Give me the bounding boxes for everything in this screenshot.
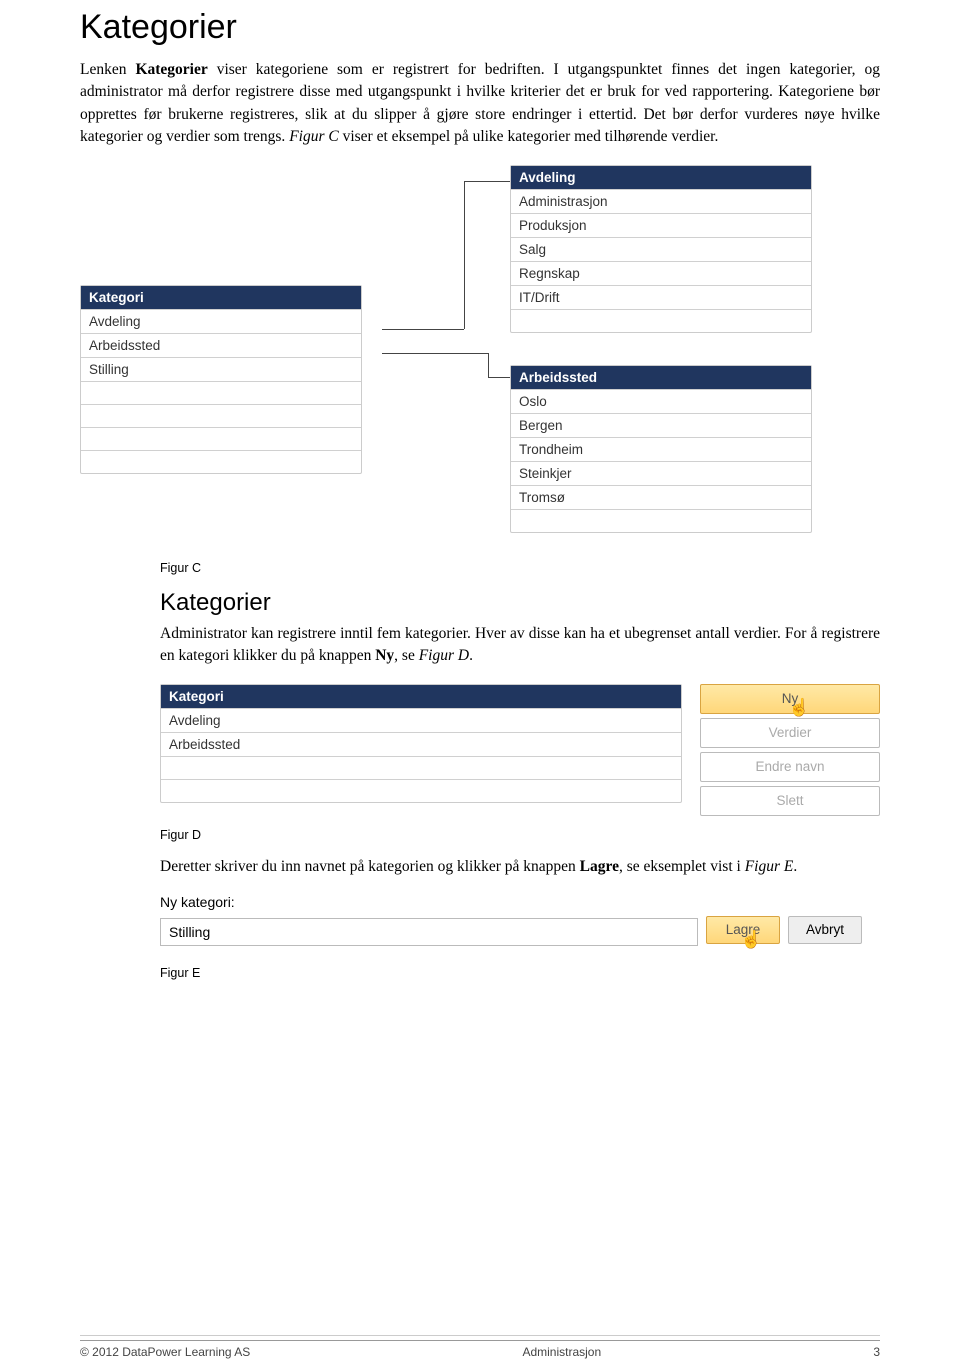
figure-c-caption: Figur C xyxy=(160,561,880,575)
section2-paragraph: Administrator kan registrere inntil fem … xyxy=(160,623,880,668)
table-empty-row xyxy=(81,427,361,450)
kategori-header: Kategori xyxy=(81,286,361,309)
section-e-paragraph: Deretter skriver du inn navnet på katego… xyxy=(160,856,880,878)
kategorier-heading: Kategorier xyxy=(160,589,880,617)
footer-page-number: 3 xyxy=(873,1345,880,1359)
ny-bold: Ny xyxy=(375,647,394,664)
arbeidssted-header: Arbeidssted xyxy=(511,366,811,389)
table-row: Administrasjon xyxy=(511,189,811,213)
avbryt-button[interactable]: Avbryt xyxy=(788,916,862,944)
connector-line xyxy=(382,329,464,330)
figure-d: Kategori Avdeling Arbeidssted Ny ☝ Verdi… xyxy=(160,684,880,822)
section2-text-2: , se xyxy=(394,647,419,664)
ny-button[interactable]: Ny xyxy=(700,684,880,714)
footer-copyright: © 2012 DataPower Learning AS xyxy=(80,1345,250,1359)
table-empty-row xyxy=(81,381,361,404)
connector-line xyxy=(488,377,510,378)
intro-paragraph: Lenken Kategorier viser kategoriene som … xyxy=(80,59,880,149)
intro-text-1: Lenken xyxy=(80,61,135,78)
lagre-button[interactable]: Lagre xyxy=(706,916,780,944)
slett-button[interactable]: Slett xyxy=(700,786,880,816)
intro-text-3: viser et eksempel på ulike kategorier me… xyxy=(339,128,719,145)
kategori-table-d: Kategori Avdeling Arbeidssted xyxy=(160,684,682,803)
lagre-bold: Lagre xyxy=(580,858,619,875)
table-row: Stilling xyxy=(81,357,361,381)
table-empty-row xyxy=(81,450,361,473)
connector-line xyxy=(488,353,489,377)
figure-e-caption: Figur E xyxy=(160,966,880,980)
kategorier-bold: Kategorier xyxy=(135,61,207,78)
button-column: Ny ☝ Verdier Endre navn Slett xyxy=(700,684,880,820)
table-row: Avdeling xyxy=(81,309,361,333)
section2-text-1: Administrator kan registrere inntil fem … xyxy=(160,625,880,664)
table-empty-row xyxy=(81,404,361,427)
connector-line xyxy=(464,181,465,329)
kategori-table: Kategori Avdeling Arbeidssted Stilling xyxy=(80,285,362,474)
table-row: Arbeidssted xyxy=(81,333,361,357)
table-empty-row xyxy=(511,309,811,332)
parae-text-3: . xyxy=(793,858,797,875)
figure-c: Kategori Avdeling Arbeidssted Stilling A… xyxy=(70,165,850,555)
verdier-button[interactable]: Verdier xyxy=(700,718,880,748)
table-empty-row xyxy=(511,509,811,532)
avdeling-table: Avdeling Administrasjon Produksjon Salg … xyxy=(510,165,812,333)
table-row: Trondheim xyxy=(511,437,811,461)
kategori-header-d: Kategori xyxy=(161,685,681,708)
table-empty-row xyxy=(161,779,681,802)
table-row: Steinkjer xyxy=(511,461,811,485)
table-empty-row xyxy=(161,756,681,779)
table-row: IT/Drift xyxy=(511,285,811,309)
page-title: Kategorier xyxy=(80,8,880,47)
parae-text-2: , se eksemplet vist i xyxy=(619,858,745,875)
arbeidssted-table: Arbeidssted Oslo Bergen Trondheim Steink… xyxy=(510,365,812,533)
table-row: Oslo xyxy=(511,389,811,413)
figure-d-caption: Figur D xyxy=(160,828,880,842)
fig-e-ref: Figur E xyxy=(745,858,794,875)
table-row: Salg xyxy=(511,237,811,261)
ny-kategori-input[interactable] xyxy=(160,918,698,946)
table-row: Arbeidssted xyxy=(161,732,681,756)
section2-text-3: . xyxy=(469,647,473,664)
parae-text-1: Deretter skriver du inn navnet på katego… xyxy=(160,858,580,875)
table-row: Bergen xyxy=(511,413,811,437)
avdeling-header: Avdeling xyxy=(511,166,811,189)
table-row: Regnskap xyxy=(511,261,811,285)
page-footer: © 2012 DataPower Learning AS Administras… xyxy=(0,1335,960,1359)
table-row: Tromsø xyxy=(511,485,811,509)
connector-line xyxy=(464,181,510,182)
connector-line xyxy=(382,353,488,354)
fig-c-ref: Figur C xyxy=(289,128,339,145)
fig-d-ref: Figur D xyxy=(419,647,469,664)
footer-section: Administrasjon xyxy=(522,1345,601,1359)
endre-navn-button[interactable]: Endre navn xyxy=(700,752,880,782)
table-row: Avdeling xyxy=(161,708,681,732)
table-row: Produksjon xyxy=(511,213,811,237)
ny-kategori-label: Ny kategori: xyxy=(160,894,880,910)
figure-e: Ny kategori: Lagre ☝ Avbryt xyxy=(160,894,880,948)
